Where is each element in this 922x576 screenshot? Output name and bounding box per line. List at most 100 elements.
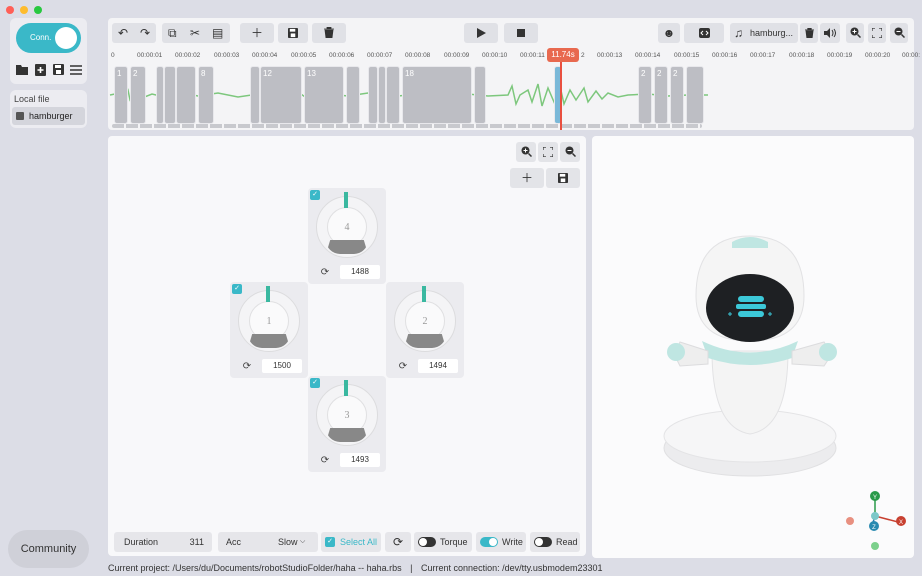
face-expression-button[interactable]: ☻ bbox=[658, 23, 680, 43]
duration-value[interactable]: 311 bbox=[190, 532, 204, 552]
stop-button[interactable] bbox=[504, 23, 538, 43]
refresh-icon[interactable]: ⟳ bbox=[318, 454, 332, 468]
zoom-in-button[interactable] bbox=[516, 142, 536, 162]
zoom-in-icon bbox=[850, 27, 861, 39]
servo-value[interactable]: 1488 bbox=[340, 265, 380, 279]
servo-value[interactable]: 1493 bbox=[340, 453, 380, 467]
servo-card-4[interactable]: ✓ 4 ⟳ 1488 bbox=[308, 188, 386, 284]
save-keyframe-button[interactable] bbox=[278, 23, 308, 43]
keyframe-clip[interactable] bbox=[368, 66, 378, 124]
keyframe-clip[interactable]: 8 bbox=[198, 66, 214, 124]
keyframe-clip[interactable]: 2 bbox=[670, 66, 684, 124]
add-servo-button[interactable]: ＋ bbox=[510, 168, 544, 188]
minimize-window-button[interactable] bbox=[20, 6, 28, 14]
undo-button[interactable]: ↶ ↷ bbox=[112, 23, 156, 43]
paste-icon[interactable]: ▤ bbox=[212, 23, 223, 43]
toggle-switch[interactable] bbox=[480, 537, 498, 547]
acc-value: Slow bbox=[278, 537, 298, 547]
code-button[interactable] bbox=[684, 23, 724, 43]
servo-checkbox[interactable]: ✓ bbox=[310, 190, 320, 200]
servo-needle[interactable] bbox=[422, 286, 426, 302]
duration-label: Duration bbox=[124, 537, 159, 547]
keyframe-clip[interactable] bbox=[176, 66, 196, 124]
keyframe-clip[interactable] bbox=[164, 66, 176, 124]
toggle-switch[interactable] bbox=[418, 537, 436, 547]
save-icon[interactable] bbox=[51, 64, 65, 78]
keyframe-clip[interactable]: 13 bbox=[304, 66, 344, 124]
keyframe-clip[interactable]: 2 bbox=[654, 66, 668, 124]
keyframe-clip[interactable]: 1 bbox=[114, 66, 128, 124]
ruler-tick: 00:00:08 bbox=[405, 52, 431, 59]
music-note-icon: ♫ bbox=[734, 26, 743, 40]
redo-icon[interactable]: ↷ bbox=[140, 23, 150, 43]
zoom-in-button[interactable] bbox=[846, 23, 864, 43]
servo-checkbox[interactable]: ✓ bbox=[310, 378, 320, 388]
keyframe-track[interactable]: 1 2 8 12 13 18 2 2 2 bbox=[108, 66, 914, 124]
menu-icon[interactable] bbox=[69, 64, 83, 78]
refresh-icon[interactable]: ⟳ bbox=[240, 360, 254, 374]
maximize-window-button[interactable] bbox=[34, 6, 42, 14]
reset-button[interactable]: ⟳ bbox=[385, 532, 411, 552]
track-scrollbar[interactable] bbox=[112, 124, 702, 128]
read-label: Read bbox=[556, 537, 578, 547]
audio-track-selector[interactable]: ♫ hamburg... bbox=[730, 23, 798, 43]
refresh-icon[interactable]: ⟳ bbox=[318, 266, 332, 280]
play-button[interactable] bbox=[464, 23, 498, 43]
volume-button[interactable] bbox=[820, 23, 840, 43]
servo-value[interactable]: 1494 bbox=[418, 359, 458, 373]
zoom-out-icon bbox=[565, 146, 576, 158]
refresh-icon[interactable]: ⟳ bbox=[396, 360, 410, 374]
zoom-out-button[interactable] bbox=[560, 142, 580, 162]
keyframe-clip[interactable]: 2 bbox=[638, 66, 652, 124]
keyframe-clip[interactable] bbox=[686, 66, 704, 124]
delete-keyframe-button[interactable] bbox=[312, 23, 346, 43]
cut-icon[interactable]: ✂ bbox=[190, 23, 200, 43]
keyframe-clip[interactable] bbox=[250, 66, 260, 124]
acc-select[interactable]: Acc Slow ⌵ bbox=[218, 532, 318, 552]
keyframe-clip[interactable] bbox=[346, 66, 360, 124]
keyframe-clip[interactable] bbox=[156, 66, 164, 124]
keyframe-clip[interactable]: 18 bbox=[402, 66, 472, 124]
servo-card-2[interactable]: 2 ⟳ 1494 bbox=[386, 282, 464, 378]
copy-icon[interactable]: ⧉ bbox=[168, 23, 177, 43]
toggle-switch[interactable] bbox=[534, 537, 552, 547]
ruler-tick: 00:00:17 bbox=[750, 52, 776, 59]
community-button[interactable]: Community bbox=[8, 530, 89, 568]
fit-button[interactable] bbox=[538, 142, 558, 162]
write-toggle[interactable]: Write bbox=[476, 532, 526, 552]
ruler-tick: 00:00:03 bbox=[214, 52, 240, 59]
add-keyframe-button[interactable]: ＋ bbox=[240, 23, 274, 43]
servo-card-3[interactable]: ✓ 3 ⟳ 1493 bbox=[308, 376, 386, 472]
select-all-checkbox[interactable]: ✓ Select All bbox=[321, 532, 381, 552]
keyframe-clip[interactable]: 2 bbox=[130, 66, 146, 124]
duration-field[interactable]: Duration 311 bbox=[114, 532, 212, 552]
keyframe-clip[interactable] bbox=[386, 66, 400, 124]
ruler-tick: 00:00:20 bbox=[865, 52, 891, 59]
axis-gizmo[interactable]: Y Z X bbox=[840, 486, 910, 556]
robot-3d-viewer[interactable]: Y Z X bbox=[592, 136, 914, 558]
servo-value[interactable]: 1500 bbox=[262, 359, 302, 373]
file-item-hamburger[interactable]: hamburger bbox=[12, 107, 85, 125]
servo-needle[interactable] bbox=[344, 192, 348, 208]
keyframe-clip[interactable] bbox=[378, 66, 386, 124]
read-toggle[interactable]: Read bbox=[530, 532, 580, 552]
playhead[interactable] bbox=[560, 50, 562, 130]
folder-icon[interactable] bbox=[15, 64, 29, 78]
torque-toggle[interactable]: Torque bbox=[414, 532, 472, 552]
connection-toggle[interactable]: Conn. bbox=[16, 23, 81, 53]
fullscreen-icon bbox=[871, 27, 883, 39]
servo-checkbox[interactable]: ✓ bbox=[232, 284, 242, 294]
volume-icon bbox=[824, 28, 836, 38]
servo-needle[interactable] bbox=[344, 380, 348, 396]
servo-needle[interactable] bbox=[266, 286, 270, 302]
servo-card-1[interactable]: ✓ 1 ⟳ 1500 bbox=[230, 282, 308, 378]
delete-audio-button[interactable] bbox=[800, 23, 818, 43]
save-pose-button[interactable] bbox=[546, 168, 580, 188]
fit-button[interactable] bbox=[868, 23, 886, 43]
close-window-button[interactable] bbox=[6, 6, 14, 14]
keyframe-clip[interactable] bbox=[474, 66, 486, 124]
keyframe-clip[interactable]: 12 bbox=[260, 66, 302, 124]
zoom-out-button[interactable] bbox=[890, 23, 908, 43]
add-file-icon[interactable] bbox=[33, 64, 47, 78]
time-ruler[interactable]: 0 00:00:01 00:00:02 00:00:03 00:00:04 00… bbox=[108, 50, 920, 64]
